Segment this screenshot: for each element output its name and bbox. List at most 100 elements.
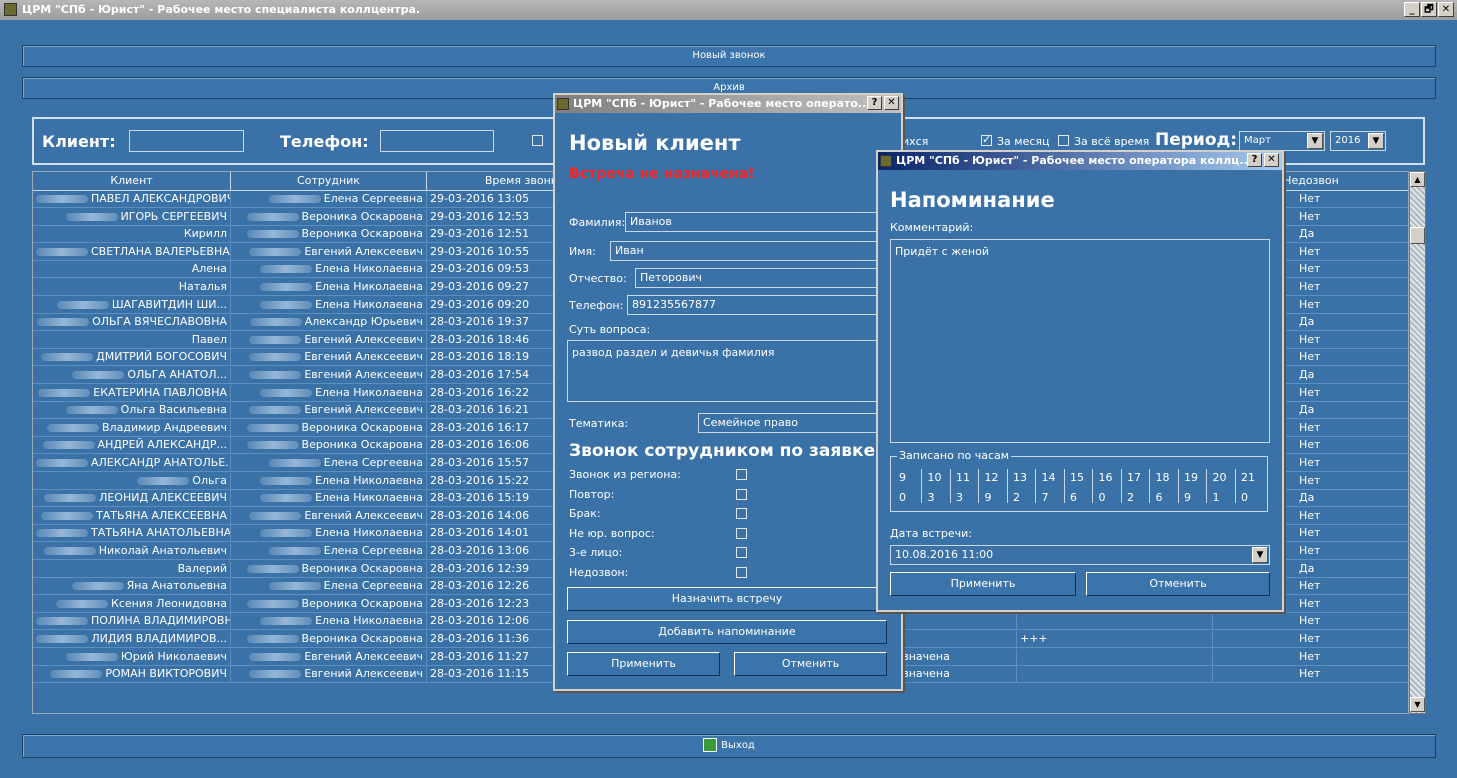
surname-field[interactable]: Иванов <box>625 212 900 232</box>
redacted-blur <box>38 388 91 397</box>
hour-label: 10 <box>927 471 942 484</box>
redacted-blur <box>249 406 302 415</box>
reminder-apply-button[interactable]: Применить <box>890 572 1076 596</box>
cancel-button[interactable]: Отменить <box>734 652 887 676</box>
hour-count: 6 <box>1070 491 1077 504</box>
cell-text: 28-03-2016 18:46 <box>430 332 530 346</box>
cell-client: Ольга Васильевна <box>33 402 231 420</box>
reminder-dialog: ЦРМ "СПб - Юрист" - Рабочее место операт… <box>876 150 1284 612</box>
cell-staff: Елена Сергеевна <box>231 455 427 472</box>
check-box[interactable] <box>736 566 747 578</box>
cell-text: ТАТЬЯНА АЛЕКСЕЕВНА <box>96 508 227 522</box>
theme-select[interactable]: Семейное право <box>698 413 900 433</box>
scroll-up-icon[interactable]: ▲ <box>1410 172 1425 187</box>
column-header-staff[interactable]: Сотрудник <box>231 172 427 191</box>
table-scrollbar[interactable]: ▲ ▼ <box>1409 171 1426 714</box>
cell-text: 28-03-2016 14:01 <box>430 526 530 540</box>
redacted-blur <box>260 283 313 291</box>
all-time-checkbox[interactable] <box>1058 135 1069 146</box>
scroll-thumb[interactable] <box>1410 227 1425 244</box>
new-call-button[interactable]: Новый звонок <box>22 45 1436 67</box>
check-box[interactable] <box>736 527 747 539</box>
cell-text: Евгений Алексеевич <box>304 508 423 522</box>
cell-client: РОМАН ВИКТОРОВИЧ <box>33 666 231 684</box>
phone-filter-input[interactable] <box>380 130 494 152</box>
cell-nodial: Нет <box>1213 649 1408 666</box>
cell-client: Яна Анатольевна <box>33 578 231 596</box>
hour-divider <box>978 469 979 503</box>
cell-text: 28-03-2016 18:19 <box>430 350 530 364</box>
cell-text: Кирилл <box>183 227 227 241</box>
month-select[interactable]: Март ▼ <box>1239 131 1325 151</box>
cell-text: Александр Юрьевич <box>304 315 423 329</box>
cell-text: 28-03-2016 13:06 <box>430 544 530 557</box>
question-textarea[interactable]: развод раздел и девичья фамилия <box>567 340 900 402</box>
redacted-blur <box>246 635 299 643</box>
exit-button[interactable]: Выход <box>22 734 1436 758</box>
check-label: Брак: <box>569 507 601 520</box>
cell-text: ОЛЬГА АНАТОЛ... <box>127 368 227 381</box>
theme-label: Тематика: <box>569 417 629 430</box>
add-reminder-button[interactable]: Добавить напоминание <box>567 620 887 644</box>
redacted-blur <box>246 212 299 221</box>
cell-staff: Вероника Оскаровна <box>231 208 427 226</box>
cell-client: Ксения Леонидовна <box>33 595 231 613</box>
close-button[interactable]: ✕ <box>1264 153 1279 167</box>
redacted-blur <box>260 494 313 503</box>
cell-text: Евгений Алексеевич <box>304 350 423 364</box>
cell-text: Наталья <box>178 280 227 293</box>
check-box[interactable] <box>736 547 747 558</box>
cell-text: 28-03-2016 19:37 <box>430 315 530 329</box>
question-label: Суть вопроса: <box>569 323 651 336</box>
close-button[interactable]: ✕ <box>1438 2 1454 17</box>
check-box[interactable] <box>736 508 747 519</box>
cell-text: 29-03-2016 10:55 <box>430 244 530 258</box>
filter-hidden-label: ихся <box>902 135 929 148</box>
client-filter-input[interactable] <box>129 130 244 152</box>
cell-text: РОМАН ВИКТОРОВИЧ <box>105 667 227 681</box>
cell-text: ПАВЕЛ АЛЕКСАНДРОВИЧ <box>91 192 231 205</box>
column-header-client[interactable]: Клиент <box>33 172 231 191</box>
hour-label: 17 <box>1127 471 1141 484</box>
maximize-button[interactable]: 🗗 <box>1421 2 1437 17</box>
year-value: 2016 <box>1335 135 1361 146</box>
cell-text: Нет <box>1299 209 1321 223</box>
cell-text: Елена Николаевна <box>315 526 423 540</box>
meeting-date-select[interactable]: 10.08.2016 11:00 ▼ <box>890 545 1270 565</box>
redacted-blur <box>36 617 88 626</box>
close-button[interactable]: ✕ <box>884 96 899 110</box>
cell-text: 28-03-2016 16:21 <box>430 403 530 417</box>
help-button[interactable]: ? <box>1247 153 1262 167</box>
check-box[interactable] <box>736 488 747 500</box>
phone-field[interactable]: 891235567877 <box>627 295 900 315</box>
cell-staff: Вероника Оскаровна <box>231 226 427 244</box>
hour-divider <box>1092 469 1093 503</box>
hour-label: 16 <box>1098 471 1113 484</box>
year-select[interactable]: 2016 ▼ <box>1330 131 1386 151</box>
reminder-cancel-button[interactable]: Отменить <box>1086 572 1270 596</box>
filter-checkbox[interactable] <box>532 135 543 146</box>
cell-text: Евгений Алексеевич <box>304 403 423 417</box>
comment-textarea[interactable]: Придёт с женой <box>890 239 1270 443</box>
cell-staff: Елена Николаевна <box>231 472 427 490</box>
name-field[interactable]: Иван <box>610 241 900 261</box>
month-checkbox[interactable] <box>981 133 992 146</box>
cell-staff: Вероника Оскаровна <box>231 437 427 455</box>
cell-note <box>1017 666 1213 684</box>
cell-staff: Елена Николаевна <box>231 296 427 314</box>
window-titlebar: ЦРМ "СПб - Юрист" - Рабочее место специа… <box>0 0 1457 20</box>
cell-text: ПОЛИНА ВЛАДИМИРОВНА <box>91 614 231 628</box>
cell-text: Нет <box>1299 544 1321 557</box>
minimize-button[interactable]: _ <box>1404 2 1420 17</box>
apply-button[interactable]: Применить <box>567 652 720 676</box>
scroll-down-icon[interactable]: ▼ <box>1410 697 1425 712</box>
schedule-meeting-button[interactable]: Назначить встречу <box>567 587 887 611</box>
cell-staff: Евгений Алексеевич <box>231 243 427 261</box>
cell-text: ДМИТРИЙ БОГОСОВИЧ <box>96 350 227 364</box>
redacted-blur <box>260 476 313 485</box>
patronymic-field[interactable]: Петорович <box>635 268 900 288</box>
cell-nodial: Нет <box>1213 613 1408 630</box>
help-button[interactable]: ? <box>867 96 882 110</box>
redacted-blur <box>246 230 299 239</box>
check-box[interactable] <box>736 469 747 480</box>
